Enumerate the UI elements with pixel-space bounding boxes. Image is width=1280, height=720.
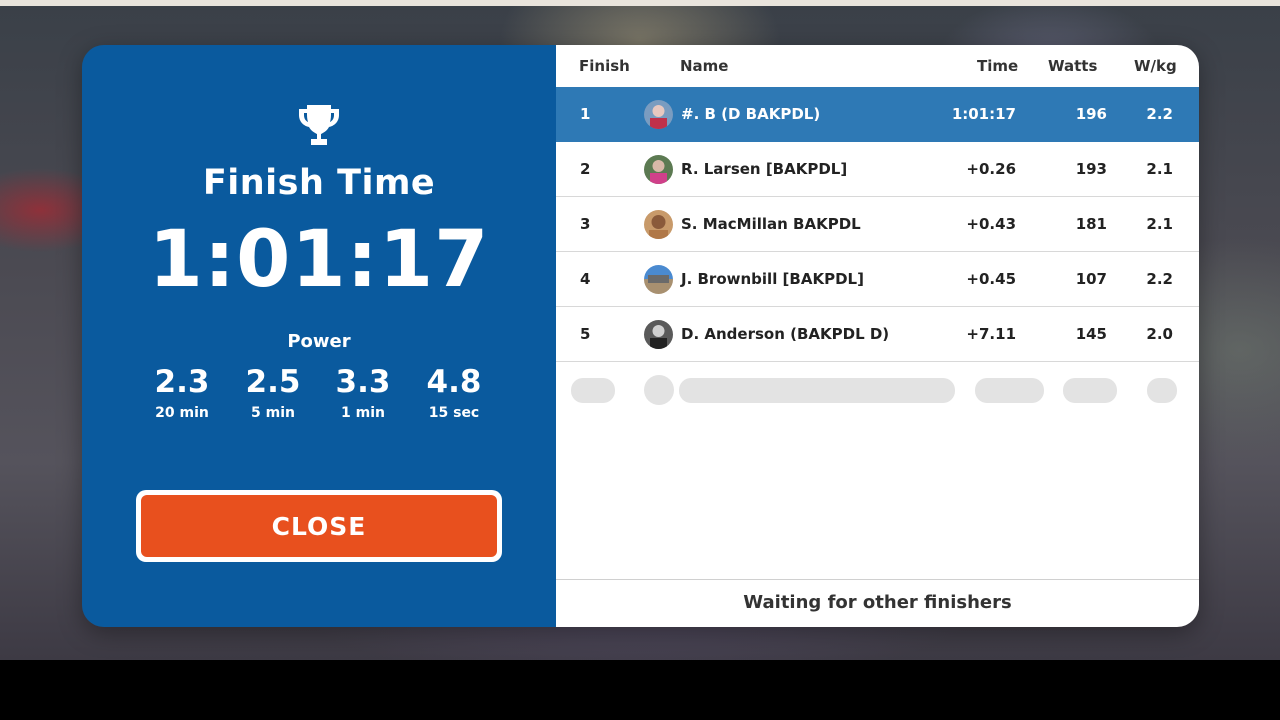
row-position: 3 <box>580 215 591 233</box>
row-position: 5 <box>580 325 591 343</box>
row-position: 2 <box>580 160 591 178</box>
avatar <box>644 210 673 239</box>
close-button[interactable]: CLOSE <box>136 490 502 562</box>
table-row[interactable]: 2 R. Larsen [BAKPDL] +0.26 193 2.1 <box>556 142 1199 197</box>
row-time: +0.45 <box>966 270 1016 288</box>
power-stat-20min: 2.3 20 min <box>137 363 227 421</box>
row-name: D. Anderson (BAKPDL D) <box>681 325 890 343</box>
avatar <box>644 100 673 129</box>
power-value: 2.3 <box>154 364 210 400</box>
avatar <box>644 155 673 184</box>
row-watts: 107 <box>1075 270 1107 288</box>
table-row[interactable]: 5 D. Anderson (BAKPDL D) +7.11 145 2.0 <box>556 307 1199 362</box>
row-wkg: 2.1 <box>1146 160 1173 178</box>
row-watts: 193 <box>1075 160 1107 178</box>
power-value: 2.5 <box>245 364 301 400</box>
power-stat-1min: 3.3 1 min <box>318 363 408 421</box>
placeholder-watts <box>1063 378 1117 403</box>
row-name: S. MacMillan BAKPDL <box>681 215 861 233</box>
placeholder-avatar <box>644 375 674 405</box>
row-wkg: 2.2 <box>1146 105 1173 123</box>
row-watts: 181 <box>1075 215 1107 233</box>
power-duration: 5 min <box>251 405 295 421</box>
row-wkg: 2.1 <box>1146 215 1173 233</box>
row-name: R. Larsen [BAKPDL] <box>681 160 848 178</box>
placeholder-time <box>975 378 1044 403</box>
power-value: 4.8 <box>426 364 482 400</box>
close-button-label: CLOSE <box>141 495 497 557</box>
row-position: 1 <box>580 105 591 123</box>
power-value: 3.3 <box>335 364 391 400</box>
finish-summary: Finish Time 1:01:17 Power 2.3 20 min 2.5… <box>82 45 556 627</box>
placeholder-wkg <box>1147 378 1177 403</box>
power-duration: 20 min <box>155 405 209 421</box>
table-row[interactable]: 1 #. B (D BAKPDL) 1:01:17 196 2.2 <box>556 87 1199 142</box>
table-row[interactable]: 4 J. Brownbill [BAKPDL] +0.45 107 2.2 <box>556 252 1199 307</box>
header-time: Time <box>977 57 1019 75</box>
power-duration: 15 sec <box>428 405 480 421</box>
finish-time-value: 1:01:17 <box>148 215 490 305</box>
table-header: Finish Name Time Watts W/kg <box>556 45 1199 87</box>
avatar <box>644 320 673 349</box>
header-wkg: W/kg <box>1134 57 1177 75</box>
row-watts: 145 <box>1075 325 1107 343</box>
results-table: Finish Name Time Watts W/kg 1 #. B (D BA… <box>556 45 1199 627</box>
power-stat-5min: 2.5 5 min <box>228 363 318 421</box>
results-panel: Finish Time 1:01:17 Power 2.3 20 min 2.5… <box>82 45 1199 627</box>
row-wkg: 2.0 <box>1146 325 1173 343</box>
avatar <box>644 265 673 294</box>
background-top-strip <box>0 0 1280 6</box>
row-wkg: 2.2 <box>1146 270 1173 288</box>
finish-title: Finish Time <box>202 163 436 203</box>
placeholder-position <box>571 378 615 403</box>
row-watts: 196 <box>1075 105 1107 123</box>
row-name: #. B (D BAKPDL) <box>681 105 821 123</box>
row-position: 4 <box>580 270 591 288</box>
header-name: Name <box>680 57 729 75</box>
row-time: 1:01:17 <box>951 105 1016 123</box>
power-stat-15sec: 4.8 15 sec <box>409 363 499 421</box>
row-time: +0.43 <box>966 215 1016 233</box>
header-finish: Finish <box>579 57 630 75</box>
letterbox-bar <box>0 660 1280 720</box>
row-time: +0.26 <box>966 160 1016 178</box>
power-duration: 1 min <box>341 405 385 421</box>
row-name: J. Brownbill [BAKPDL] <box>681 270 864 288</box>
placeholder-name <box>679 378 955 403</box>
trophy-icon <box>299 105 339 145</box>
row-time: +7.11 <box>966 325 1016 343</box>
header-watts: Watts <box>1048 57 1098 75</box>
table-row[interactable]: 3 S. MacMillan BAKPDL +0.43 181 2.1 <box>556 197 1199 252</box>
waiting-status: Waiting for other finishers <box>556 579 1199 627</box>
power-label: Power <box>287 331 351 352</box>
